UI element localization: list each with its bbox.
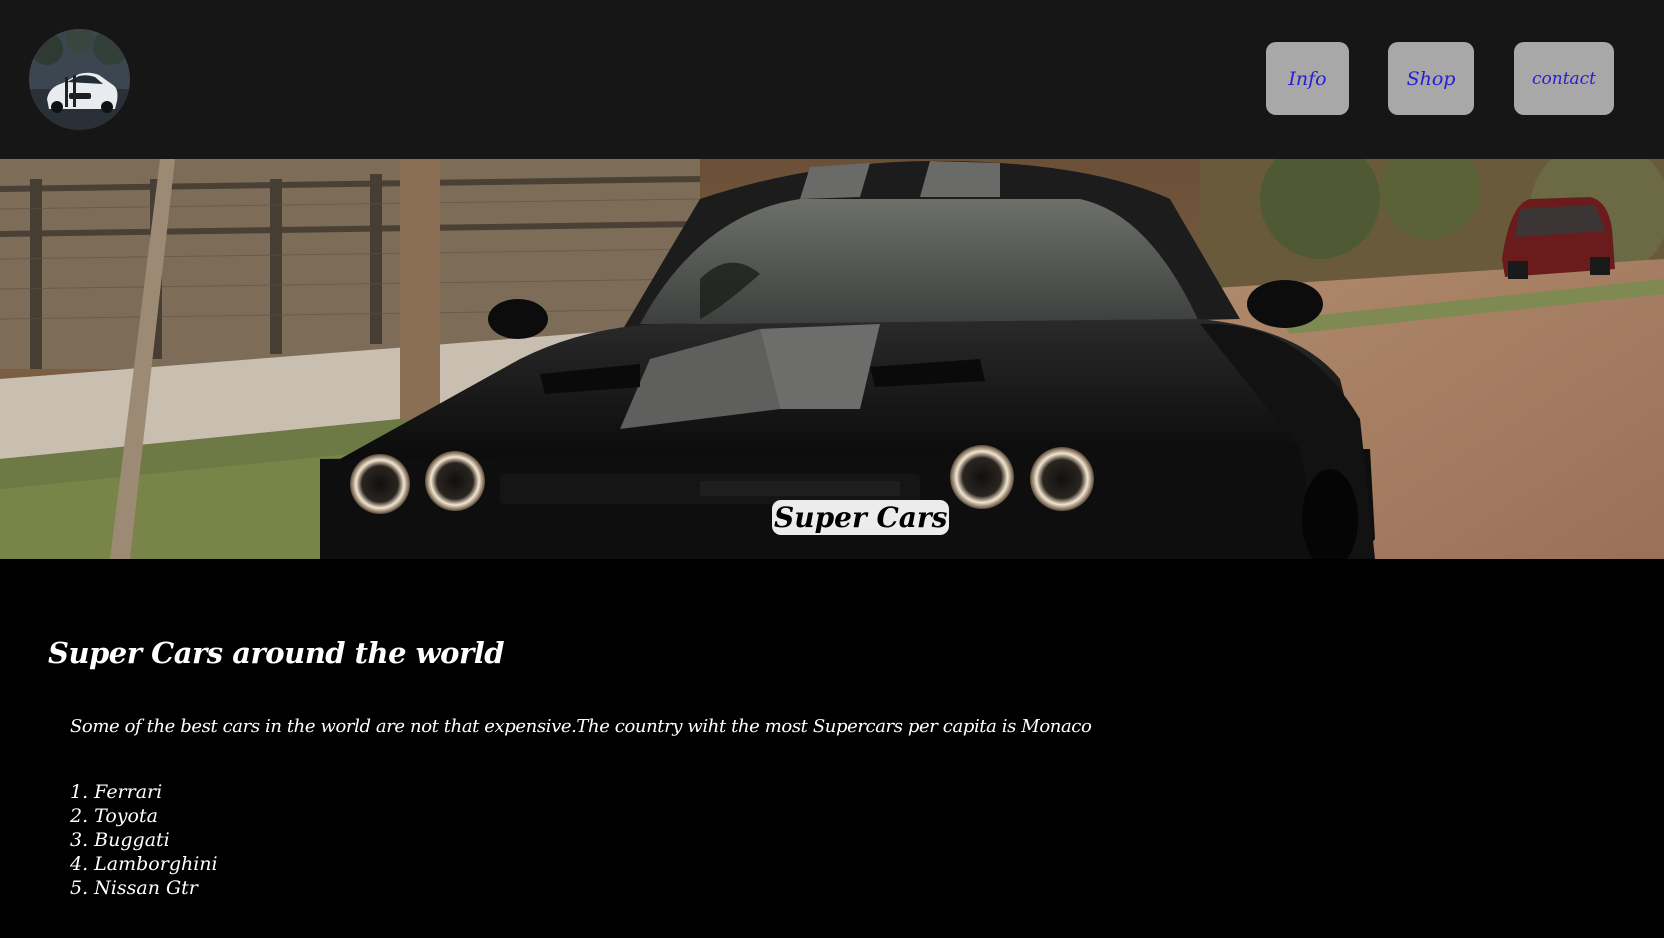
list-item: 5. Nissan Gtr	[70, 876, 218, 900]
nav-shop-button[interactable]: Shop	[1388, 42, 1474, 115]
site-header: Info Shop contact	[0, 0, 1664, 159]
car-logo-icon[interactable]	[29, 29, 130, 130]
list-number: 2.	[70, 805, 95, 827]
hero-title: Super Cars	[772, 500, 950, 535]
section-paragraph: Some of the best cars in the world are n…	[70, 716, 1092, 737]
list-item: 3. Buggati	[70, 828, 218, 852]
list-number: 1.	[70, 781, 95, 803]
list-item-text: Toyota	[94, 805, 158, 827]
list-item-text: Ferrari	[94, 781, 163, 803]
list-item: 4. Lamborghini	[70, 852, 218, 876]
list-item: 1. Ferrari	[70, 780, 218, 804]
nav-contact-button[interactable]: contact	[1514, 42, 1614, 115]
list-item-text: Nissan Gtr	[94, 877, 198, 899]
list-number: 5.	[70, 877, 95, 899]
list-item: 2. Toyota	[70, 804, 218, 828]
list-number: 3.	[70, 829, 95, 851]
nav-info-button[interactable]: Info	[1266, 42, 1349, 115]
list-item-text: Buggati	[94, 829, 170, 851]
section-heading: Super Cars around the world	[48, 636, 505, 670]
car-list: 1. Ferrari 2. Toyota 3. Buggati 4. Lambo…	[70, 780, 218, 900]
hero-banner: Super Cars	[0, 159, 1664, 559]
hero-car-image	[0, 159, 1664, 559]
list-item-text: Lamborghini	[94, 853, 218, 875]
list-number: 4.	[70, 853, 95, 875]
